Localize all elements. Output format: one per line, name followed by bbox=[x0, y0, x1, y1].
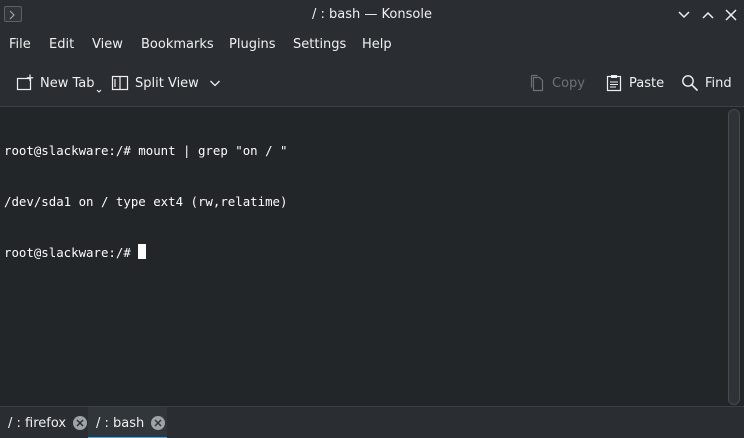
menu-help[interactable]: Help bbox=[362, 37, 392, 52]
new-tab-label: New Tab bbox=[40, 75, 95, 91]
tab-label: / : bash bbox=[96, 415, 145, 431]
tab-close-button[interactable] bbox=[72, 415, 88, 431]
window-title: / : bash — Konsole bbox=[312, 7, 432, 22]
paste-label: Paste bbox=[629, 75, 665, 91]
tab-bash[interactable]: / : bash bbox=[88, 407, 167, 438]
maximize-button[interactable] bbox=[700, 7, 716, 23]
tab-bar: / : firefox / : bash bbox=[0, 406, 744, 438]
tab-label: / : firefox bbox=[8, 415, 67, 431]
chevron-down-icon bbox=[678, 11, 690, 19]
menu-file[interactable]: File bbox=[9, 37, 31, 52]
toolbar: New Tab Split View Copy Paste Find bbox=[0, 60, 744, 106]
menu-bookmarks[interactable]: Bookmarks bbox=[141, 37, 214, 52]
tab-close-button[interactable] bbox=[150, 415, 166, 431]
search-icon bbox=[682, 75, 699, 92]
title-bar: / : bash — Konsole bbox=[0, 0, 744, 31]
terminal-output: root@slackware:/# mount | grep "on / " /… bbox=[4, 108, 287, 295]
terminal-line: /dev/sda1 on / type ext4 (rw,relatime) bbox=[4, 194, 288, 209]
chevron-down-icon bbox=[209, 80, 220, 87]
copy-button[interactable]: Copy bbox=[528, 70, 585, 96]
menu-edit[interactable]: Edit bbox=[49, 37, 74, 52]
chevron-up-icon bbox=[702, 11, 714, 19]
split-view-button[interactable]: Split View bbox=[111, 70, 221, 96]
terminal-prompt-line: root@slackware:/# bbox=[4, 244, 287, 261]
menu-settings[interactable]: Settings bbox=[293, 37, 346, 52]
konsole-window: / : bash — Konsole File Edit View Bookma… bbox=[0, 0, 744, 438]
menu-plugins[interactable]: Plugins bbox=[229, 37, 276, 52]
terminal-view[interactable]: root@slackware:/# mount | grep "on / " /… bbox=[0, 106, 744, 406]
close-icon bbox=[73, 416, 88, 430]
dropdown-arrow-icon bbox=[96, 89, 101, 93]
copy-icon bbox=[530, 74, 544, 92]
menu-bar: File Edit View Bookmarks Plugins Setting… bbox=[0, 31, 744, 59]
terminal-prompt: root@slackware:/# bbox=[4, 245, 139, 260]
terminal-cursor bbox=[138, 244, 147, 259]
close-icon bbox=[151, 416, 166, 430]
new-tab-button[interactable]: New Tab bbox=[16, 70, 102, 96]
close-window-button[interactable] bbox=[723, 7, 739, 23]
copy-label: Copy bbox=[552, 75, 585, 91]
tab-firefox[interactable]: / : firefox bbox=[0, 407, 88, 438]
menu-view[interactable]: View bbox=[92, 37, 123, 52]
paste-button[interactable]: Paste bbox=[605, 70, 664, 96]
minimize-button[interactable] bbox=[676, 7, 692, 23]
find-button[interactable]: Find bbox=[681, 70, 732, 96]
split-view-icon bbox=[111, 75, 129, 91]
close-icon bbox=[725, 9, 737, 21]
paste-icon bbox=[606, 75, 622, 92]
terminal-scrollbar[interactable] bbox=[728, 109, 740, 405]
new-tab-icon bbox=[16, 74, 34, 91]
find-label: Find bbox=[705, 75, 732, 91]
split-view-label: Split View bbox=[135, 75, 199, 91]
terminal-line: root@slackware:/# mount | grep "on / " bbox=[4, 143, 288, 158]
